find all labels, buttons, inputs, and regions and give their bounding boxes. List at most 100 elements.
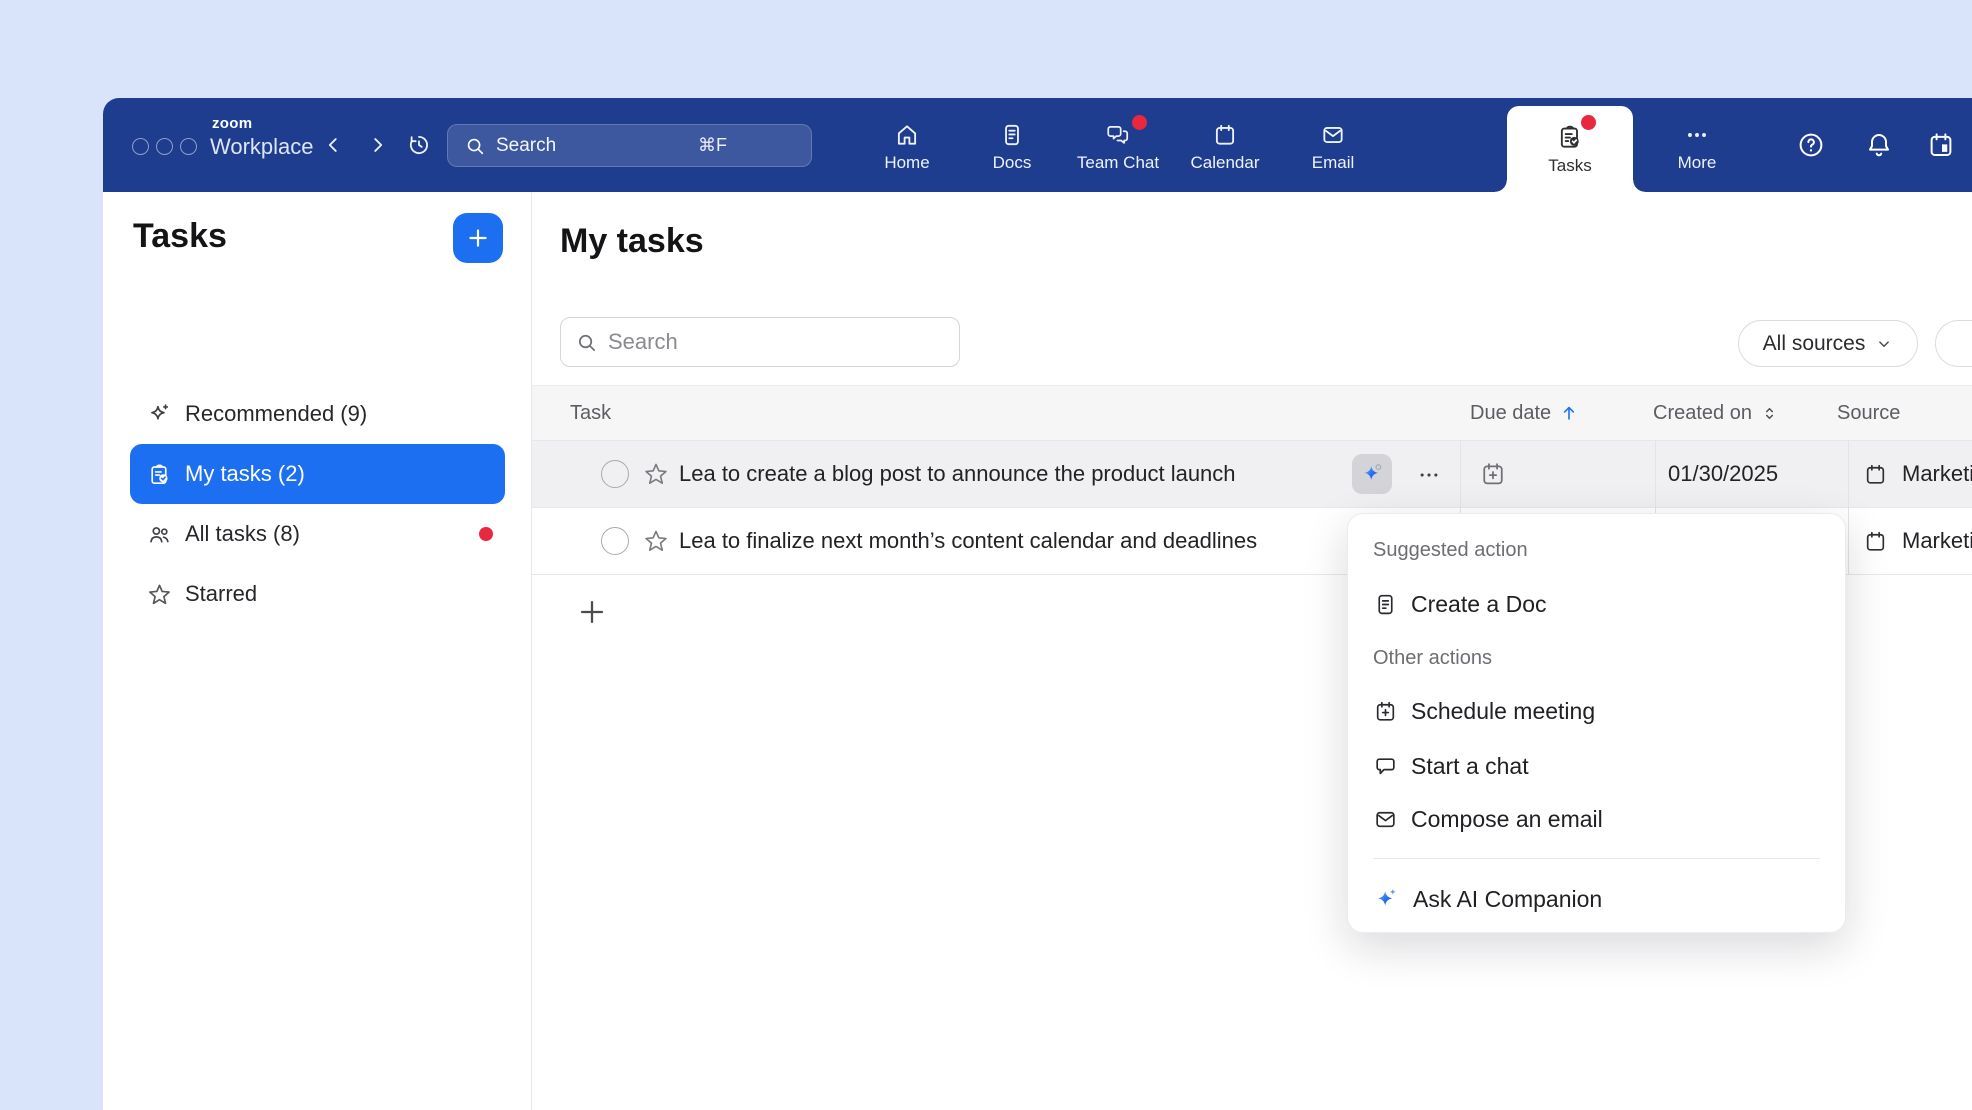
menu-item-ask-ai-companion[interactable]: Ask AI Companion [1358,877,1835,921]
help-button[interactable] [1794,128,1828,162]
global-search[interactable]: Search ⌘F [447,124,812,167]
sidebar-item-label: My tasks (2) [185,461,305,487]
all-tasks-badge [479,527,493,541]
history-button[interactable] [404,130,434,160]
menu-item-label: Ask AI Companion [1413,886,1602,913]
sidebar-item-starred[interactable]: Starred [130,564,505,624]
chevron-left-icon [322,134,344,156]
sidebar-item-label: Starred [185,581,257,607]
help-icon [1796,130,1826,160]
window-control-dot-2[interactable] [156,138,173,155]
notifications-button[interactable] [1862,128,1896,162]
docs-icon [999,122,1025,148]
chevron-right-icon [367,134,389,156]
nav-calendar[interactable]: Calendar [1173,108,1277,186]
nav-tasks-active-tab[interactable]: Tasks [1507,106,1633,192]
people-icon [147,522,172,547]
source-calendar-icon [1863,462,1888,487]
forward-button[interactable] [363,130,393,160]
menu-section-label: Other actions [1373,647,1492,670]
team-chat-icon [1104,122,1132,148]
sources-filter-dropdown[interactable]: All sources [1738,320,1918,367]
task-row-1[interactable]: Lea to create a blog post to announce th… [532,441,1972,508]
ai-sparkle-icon [1359,461,1385,487]
column-divider [1848,441,1849,575]
screen: { "navbar": { "logo_top": "zoom", "logo_… [0,0,1972,1110]
menu-item-label: Start a chat [1411,753,1529,780]
sidebar-item-my-tasks[interactable]: My tasks (2) [130,444,505,504]
row-more-actions-button[interactable] [1412,458,1446,492]
tasks-sidebar: Tasks Recommended (9) My tasks (2) All t… [103,192,532,1110]
sidebar-item-recommended[interactable]: Recommended (9) [130,384,505,444]
ai-companion-action-button[interactable] [1352,454,1392,494]
tasks-icon [1556,123,1584,151]
task-title[interactable]: Lea to finalize next month’s content cal… [679,508,1257,574]
source-value: Marketing [1902,441,1972,507]
nav-more[interactable]: More [1645,108,1749,186]
menu-item-label: Create a Doc [1411,591,1547,618]
window-control-dot-1[interactable] [132,138,149,155]
menu-item-start-chat[interactable]: Start a chat [1358,744,1835,788]
sparkle-icon [147,402,172,427]
search-icon [575,331,598,354]
ai-actions-menu: Suggested action Create a Doc Other acti… [1347,513,1846,933]
search-shortcut: ⌘F [698,135,727,156]
sidebar-item-all-tasks[interactable]: All tasks (8) [130,504,505,564]
task-search-input[interactable] [608,329,908,355]
nav-label: Home [884,153,929,173]
ai-sparkle-icon [1373,886,1400,913]
menu-item-label: Schedule meeting [1411,698,1595,725]
menu-section-label: Suggested action [1373,539,1528,562]
nav-docs[interactable]: Docs [960,108,1064,186]
home-icon [894,122,920,148]
zoom-wordmark: zoom [212,115,252,132]
plus-icon [575,595,609,629]
star-icon [147,582,172,607]
task-title[interactable]: Lea to create a blog post to announce th… [679,441,1236,507]
back-button[interactable] [318,130,348,160]
calendar-quick-button[interactable] [1924,128,1958,162]
chat-bubble-icon [1373,754,1398,779]
add-due-date-icon[interactable] [1479,460,1507,488]
sort-ascending-icon [1559,403,1579,423]
sidebar-item-label: All tasks (8) [185,521,300,547]
page-title: My tasks [560,222,704,261]
workplace-label: Workplace [210,134,314,160]
menu-item-compose-email[interactable]: Compose an email [1358,797,1835,841]
column-label: Due date [1470,402,1551,425]
clipped-filter-button[interactable] [1935,320,1972,367]
task-complete-toggle[interactable] [601,460,629,488]
nav-label: Team Chat [1077,153,1159,173]
sidebar-item-label: Recommended (9) [185,401,367,427]
add-task-inline-button[interactable] [573,593,611,631]
nav-home[interactable]: Home [855,108,959,186]
star-icon[interactable] [643,528,669,554]
column-due-date[interactable]: Due date [1470,386,1579,440]
nav-label: Docs [993,153,1032,173]
column-created-on[interactable]: Created on [1653,386,1779,440]
nav-label: More [1678,153,1717,173]
email-icon [1320,122,1346,148]
column-source[interactable]: Source [1837,386,1900,440]
column-task[interactable]: Task [570,386,611,440]
window-control-dot-3[interactable] [180,138,197,155]
team-chat-badge [1132,115,1147,130]
history-icon [406,132,432,158]
nav-team-chat[interactable]: Team Chat [1066,108,1170,186]
column-label: Task [570,402,611,425]
created-on-value: 01/30/2025 [1668,441,1778,507]
add-task-button[interactable] [453,213,503,263]
nav-email[interactable]: Email [1281,108,1385,186]
source-value: Marketing [1902,508,1972,574]
chevron-down-icon [1875,335,1893,353]
task-complete-toggle[interactable] [601,527,629,555]
star-icon[interactable] [643,461,669,487]
plus-icon [465,225,491,251]
more-icon [1684,122,1710,148]
menu-item-create-doc[interactable]: Create a Doc [1358,582,1835,626]
my-tasks-icon [147,462,172,487]
task-search[interactable] [560,317,960,367]
source-calendar-icon [1863,529,1888,554]
menu-item-schedule-meeting[interactable]: Schedule meeting [1358,689,1835,733]
top-navbar: zoom Workplace Search ⌘F Home Docs [103,98,1972,192]
